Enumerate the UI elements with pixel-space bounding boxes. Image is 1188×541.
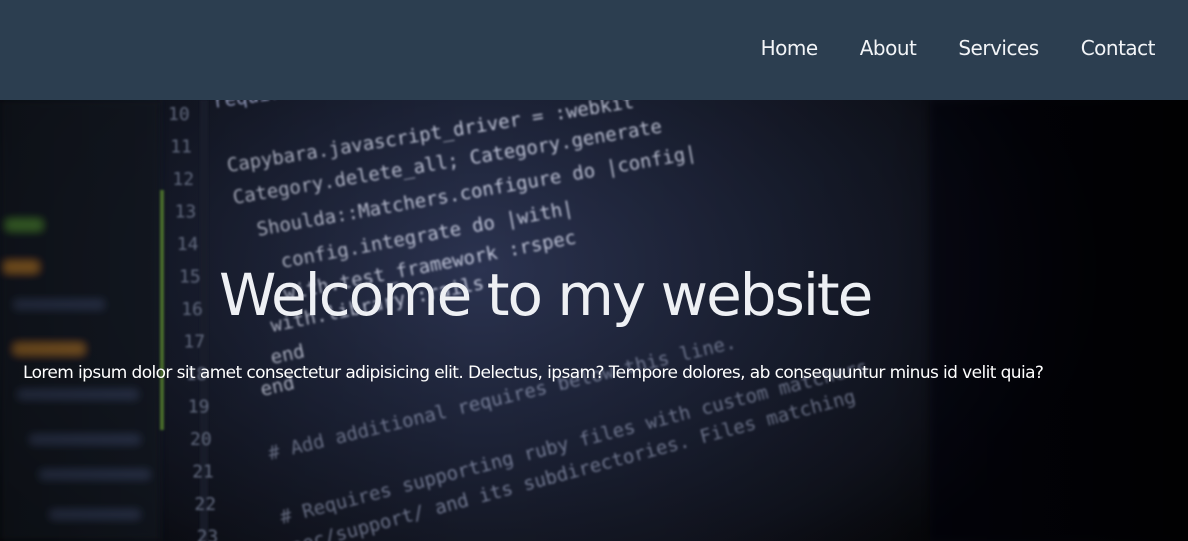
top-navbar: Home About Services Contact [0,0,1188,100]
nav-link-about[interactable]: About [860,36,917,60]
nav-link-services[interactable]: Services [958,36,1039,60]
nav-link-home[interactable]: Home [761,36,819,60]
nav-menu: Home About Services Contact [761,34,1156,62]
hero-description: Lorem ipsum dolor sit amet consectetur a… [23,363,1044,383]
hero-title: Welcome to my website [219,261,873,329]
nav-link-contact[interactable]: Contact [1081,36,1156,60]
page: 1011121314151617181920212223 require 'ca… [0,0,1188,541]
hero-section: 1011121314151617181920212223 require 'ca… [0,100,1188,541]
